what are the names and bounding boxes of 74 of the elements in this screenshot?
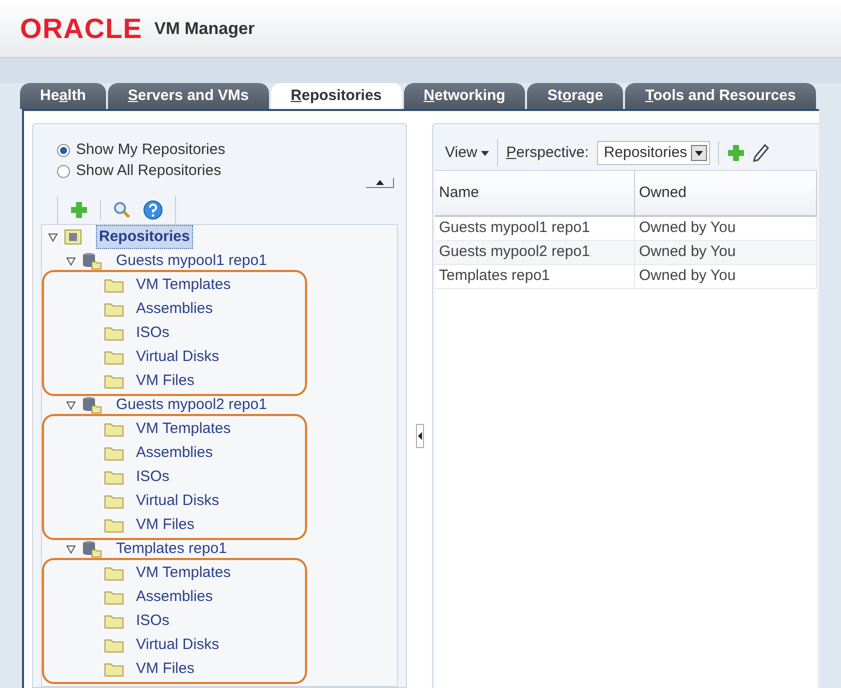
- logo: ORACLE: [20, 12, 142, 46]
- repository-icon: [64, 229, 82, 245]
- radio-option[interactable]: Show My Repositories: [57, 140, 406, 161]
- perspective-dropdown[interactable]: Repositories: [596, 141, 710, 165]
- tree-item[interactable]: Templates repo1: [116, 538, 227, 560]
- folder-icon: [104, 661, 124, 677]
- tree-item[interactable]: VM Files: [136, 514, 194, 536]
- tab[interactable]: Storage: [527, 83, 624, 109]
- folder-icon: [104, 589, 124, 605]
- table-cell: Guests mypool1 repo1: [435, 217, 635, 240]
- tree-item[interactable]: VM Files: [136, 370, 194, 392]
- tab[interactable]: Health: [20, 83, 106, 109]
- tree-item[interactable]: VM Templates: [136, 418, 231, 440]
- folder-icon: [104, 517, 124, 533]
- database-icon: [82, 396, 102, 414]
- folder-icon: [104, 325, 124, 341]
- tree-item[interactable]: Guests mypool2 repo1: [116, 394, 267, 416]
- splitter-handle[interactable]: [416, 424, 424, 448]
- folder-icon: [104, 565, 124, 581]
- tree-item[interactable]: Guests mypool1 repo1: [116, 250, 267, 272]
- tree-item[interactable]: Assemblies: [136, 442, 213, 464]
- column-header[interactable]: Name: [435, 171, 635, 215]
- radio-button[interactable]: [57, 165, 70, 178]
- database-icon: [82, 540, 102, 558]
- expanded-triangle-icon[interactable]: [66, 544, 76, 554]
- pencil-icon[interactable]: [753, 144, 770, 162]
- radio-button[interactable]: [57, 144, 70, 157]
- column-header[interactable]: Owned: [635, 171, 817, 215]
- view-menu[interactable]: View: [445, 142, 490, 164]
- folder-icon: [104, 373, 124, 389]
- folder-icon: [104, 349, 124, 365]
- table-cell: Templates repo1: [435, 265, 635, 288]
- tab[interactable]: Networking: [404, 83, 526, 109]
- table-cell: Owned by You: [635, 241, 817, 264]
- tab[interactable]: Tools and Resources: [625, 83, 816, 109]
- caret-icon: [481, 150, 490, 156]
- tab[interactable]: Servers and VMs: [108, 83, 269, 109]
- tree-item[interactable]: Repositories: [96, 225, 193, 250]
- search-icon[interactable]: [113, 201, 131, 219]
- perspective-label: Perspective:: [506, 142, 589, 163]
- tree-item[interactable]: Virtual Disks: [136, 634, 220, 656]
- radio-option[interactable]: Show All Repositories: [57, 161, 406, 182]
- table-cell: Guests mypool2 repo1: [435, 241, 635, 264]
- folder-icon: [104, 301, 124, 317]
- folder-icon: [104, 421, 124, 437]
- help-icon[interactable]: [143, 200, 163, 220]
- tree-item[interactable]: VM Templates: [136, 274, 231, 296]
- expanded-triangle-icon[interactable]: [66, 256, 76, 266]
- tree-item[interactable]: VM Templates: [136, 562, 231, 584]
- table-cell: Owned by You: [635, 217, 817, 240]
- caret-icon: [695, 150, 704, 156]
- app-title: VM Manager: [154, 18, 255, 40]
- tree-item[interactable]: Assemblies: [136, 586, 213, 608]
- tree-item[interactable]: Virtual Disks: [136, 346, 220, 368]
- tree-item[interactable]: VM Files: [136, 658, 194, 680]
- up-triangle-icon: [376, 180, 384, 185]
- tree-item[interactable]: ISOs: [136, 610, 170, 632]
- collapse-button[interactable]: [366, 178, 394, 188]
- tab[interactable]: Repositories: [270, 83, 402, 109]
- left-triangle-icon: [418, 432, 422, 440]
- folder-icon: [104, 445, 124, 461]
- folder-icon: [104, 613, 124, 629]
- folder-icon: [104, 637, 124, 653]
- folder-icon: [104, 277, 124, 293]
- folder-icon: [104, 493, 124, 509]
- table-cell: Owned by You: [635, 265, 817, 288]
- tree-item[interactable]: ISOs: [136, 466, 170, 488]
- tree-item[interactable]: ISOs: [136, 322, 170, 344]
- database-icon: [82, 252, 102, 270]
- expanded-triangle-icon[interactable]: [66, 400, 76, 410]
- expanded-triangle-icon[interactable]: [48, 232, 58, 242]
- tree-item[interactable]: Assemblies: [136, 298, 213, 320]
- folder-icon: [104, 469, 124, 485]
- tree-item[interactable]: Virtual Disks: [136, 490, 220, 512]
